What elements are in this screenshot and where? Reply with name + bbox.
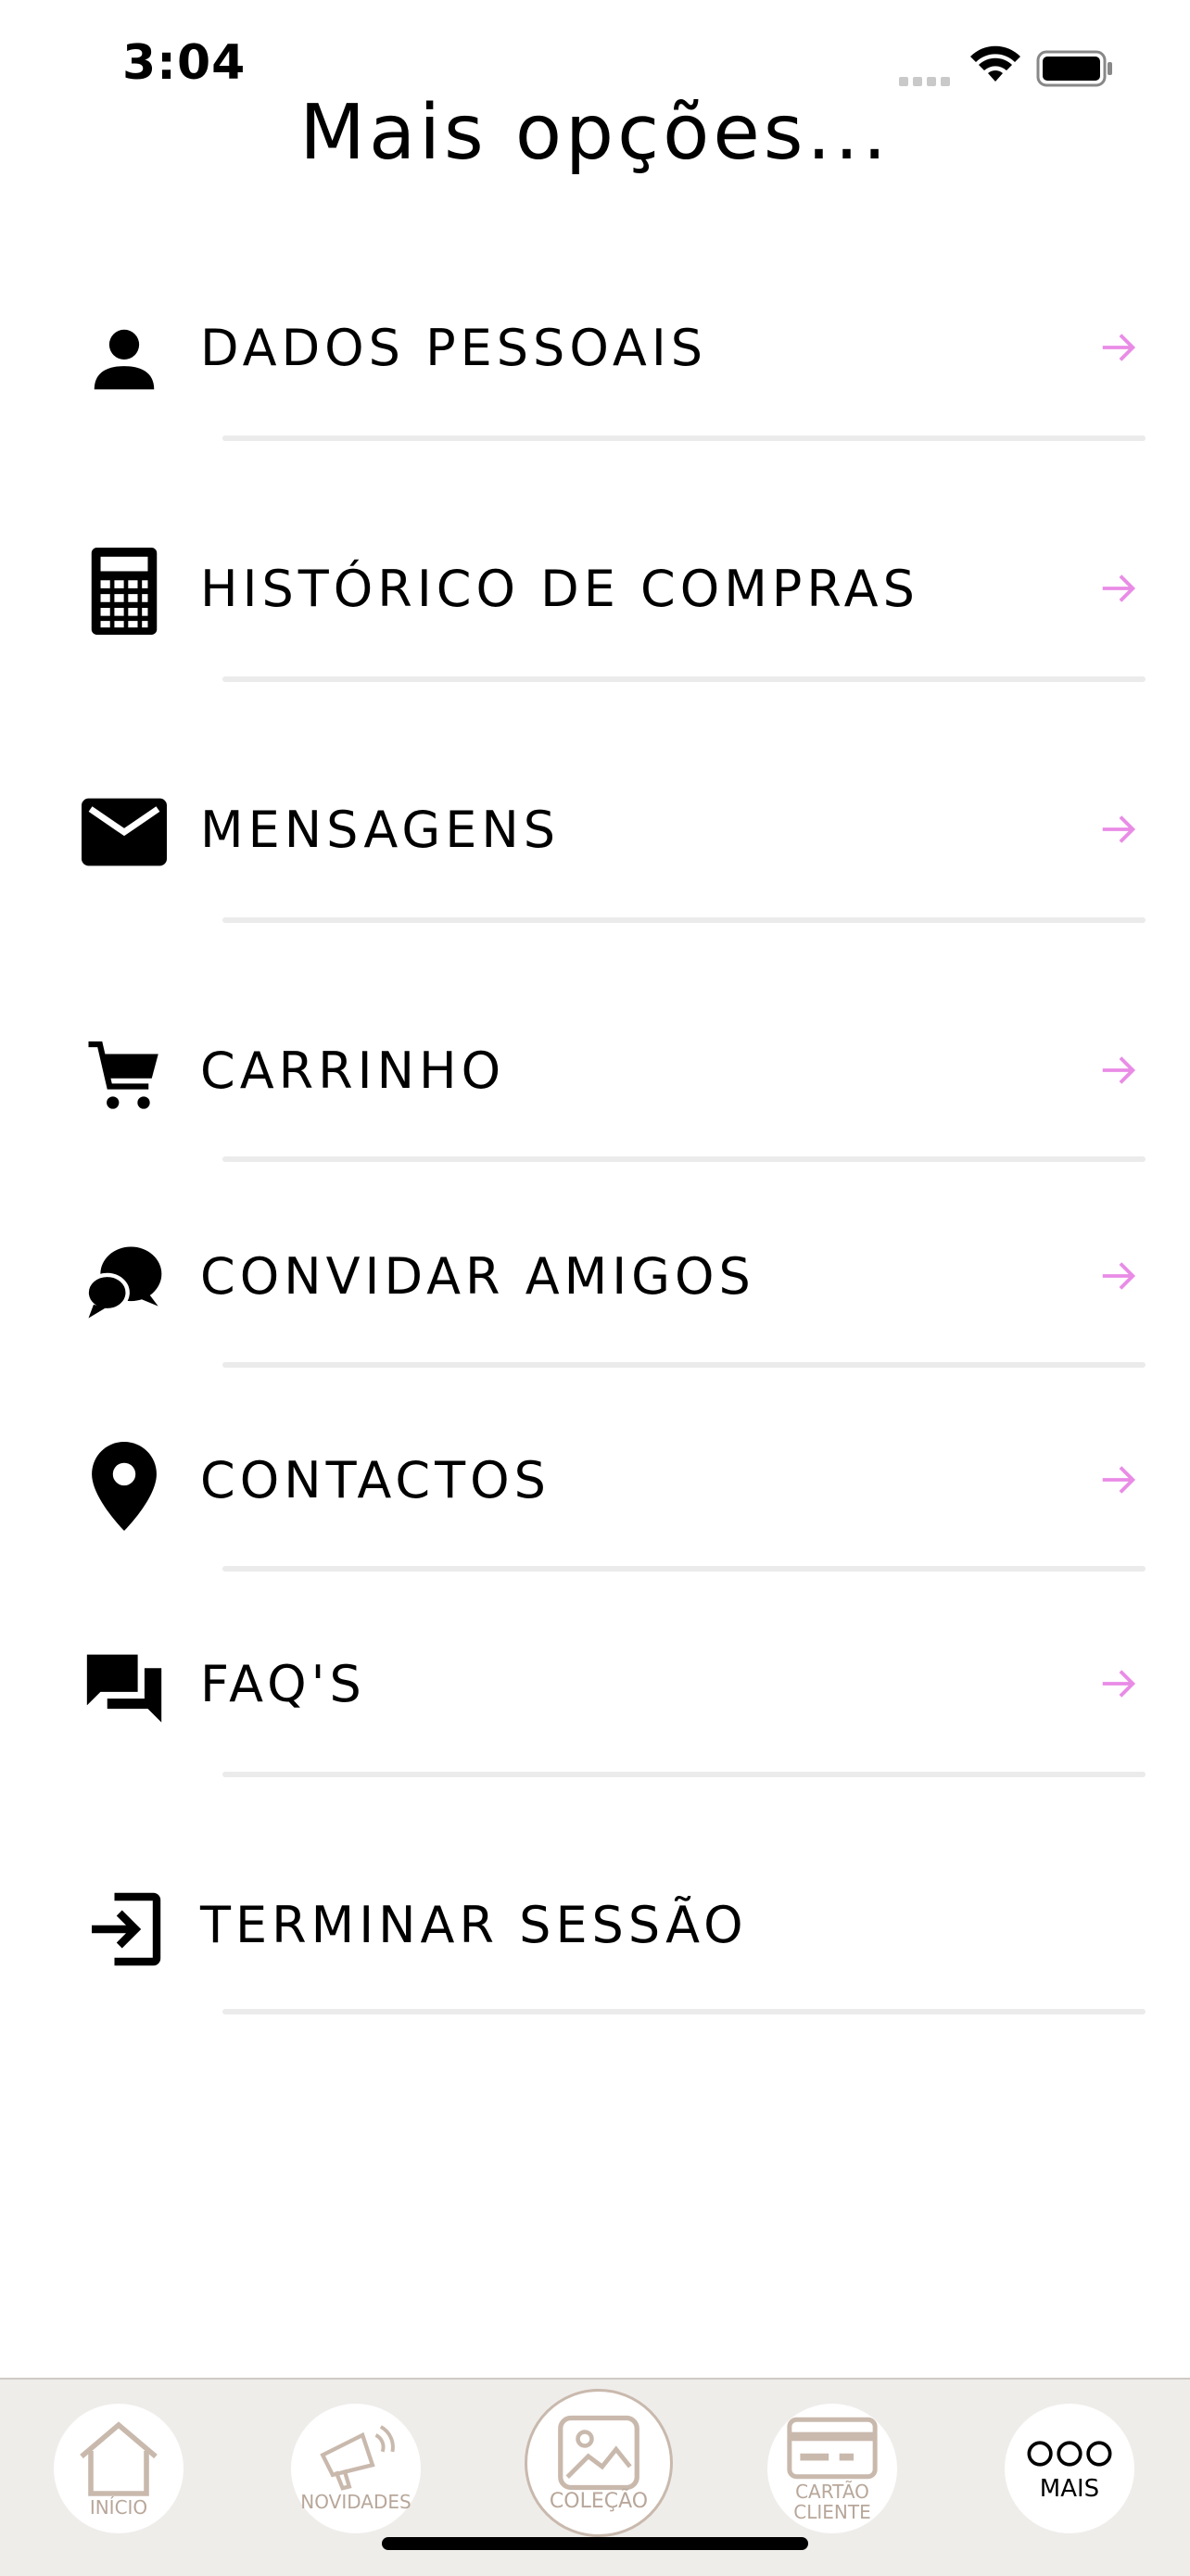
tab-label-line1: CARTÃO bbox=[795, 2481, 869, 2503]
status-time: 3:04 bbox=[122, 35, 247, 91]
menu-item-label: DADOS PESSOAIS bbox=[200, 319, 708, 377]
calculator-icon bbox=[78, 545, 171, 638]
tab-news[interactable]: NOVIDADES bbox=[291, 2404, 421, 2533]
arrow-right-icon bbox=[1102, 1670, 1136, 1698]
tab-more[interactable]: MAIS bbox=[1005, 2404, 1134, 2533]
menu-item-label: TERMINAR SESSÃO bbox=[200, 1896, 748, 1954]
tab-client-card[interactable]: CARTÃO CLIENTE bbox=[767, 2404, 897, 2533]
menu-item-invite-friends[interactable]: CONVIDAR AMIGOS bbox=[0, 1225, 1190, 1410]
mail-icon bbox=[78, 786, 171, 878]
image-icon bbox=[558, 2415, 639, 2491]
wifi-icon bbox=[970, 45, 1020, 82]
menu-item-label: HISTÓRICO DE COMPRAS bbox=[200, 560, 919, 618]
menu-item-faqs[interactable]: FAQ'S bbox=[0, 1633, 1190, 1818]
home-indicator[interactable] bbox=[382, 2537, 808, 2550]
divider bbox=[222, 2009, 1146, 2014]
logout-icon bbox=[78, 1883, 171, 1976]
home-icon bbox=[80, 2421, 158, 2496]
card-icon bbox=[787, 2417, 878, 2480]
menu-item-label: CONVIDAR AMIGOS bbox=[200, 1247, 755, 1306]
menu-item-contacts[interactable]: CONTACTOS bbox=[0, 1429, 1190, 1614]
person-icon bbox=[78, 313, 171, 406]
chat-bubbles-icon bbox=[78, 1236, 171, 1329]
battery-icon bbox=[1036, 50, 1112, 87]
arrow-right-icon bbox=[1102, 1466, 1136, 1494]
menu-item-logout[interactable]: TERMINAR SESSÃO bbox=[0, 1874, 1190, 2059]
menu-item-label: MENSAGENS bbox=[200, 801, 561, 859]
arrow-right-icon bbox=[1102, 575, 1136, 602]
more-icon bbox=[1027, 2441, 1112, 2467]
divider bbox=[222, 436, 1146, 441]
tab-label: COLEÇÃO bbox=[549, 2490, 649, 2513]
divider bbox=[222, 1362, 1146, 1368]
menu-item-cart[interactable]: CARRINHO bbox=[0, 1019, 1190, 1205]
cellular-signal-icon bbox=[899, 72, 955, 90]
menu-item-personal-data[interactable]: DADOS PESSOAIS bbox=[0, 297, 1190, 482]
menu-item-label: FAQ'S bbox=[200, 1655, 366, 1713]
divider bbox=[222, 1156, 1146, 1162]
tab-label-line2: CLIENTE bbox=[793, 2501, 871, 2523]
arrow-right-icon bbox=[1102, 1262, 1136, 1290]
divider bbox=[222, 917, 1146, 923]
arrow-right-icon bbox=[1102, 1056, 1136, 1084]
menu-item-label: CARRINHO bbox=[200, 1042, 506, 1100]
arrow-right-icon bbox=[1102, 815, 1136, 843]
divider bbox=[222, 1772, 1146, 1777]
divider bbox=[222, 676, 1146, 682]
forum-icon bbox=[78, 1644, 171, 1736]
tab-home[interactable]: INÍCIO bbox=[54, 2404, 184, 2533]
tab-label: MAIS bbox=[1039, 2475, 1100, 2503]
location-pin-icon bbox=[78, 1440, 171, 1533]
menu-item-messages[interactable]: MENSAGENS bbox=[0, 778, 1190, 964]
divider bbox=[222, 1566, 1146, 1572]
arrow-right-icon bbox=[1102, 334, 1136, 361]
megaphone-icon bbox=[320, 2425, 395, 2491]
page-title: Mais opções... bbox=[299, 89, 891, 177]
tab-label: INÍCIO bbox=[89, 2496, 148, 2519]
cart-icon bbox=[78, 1030, 171, 1123]
tab-collection[interactable]: COLEÇÃO bbox=[525, 2389, 673, 2537]
menu-item-label: CONTACTOS bbox=[200, 1451, 551, 1509]
menu-item-purchase-history[interactable]: HISTÓRICO DE COMPRAS bbox=[0, 537, 1190, 723]
tab-label: NOVIDADES bbox=[300, 2491, 411, 2513]
